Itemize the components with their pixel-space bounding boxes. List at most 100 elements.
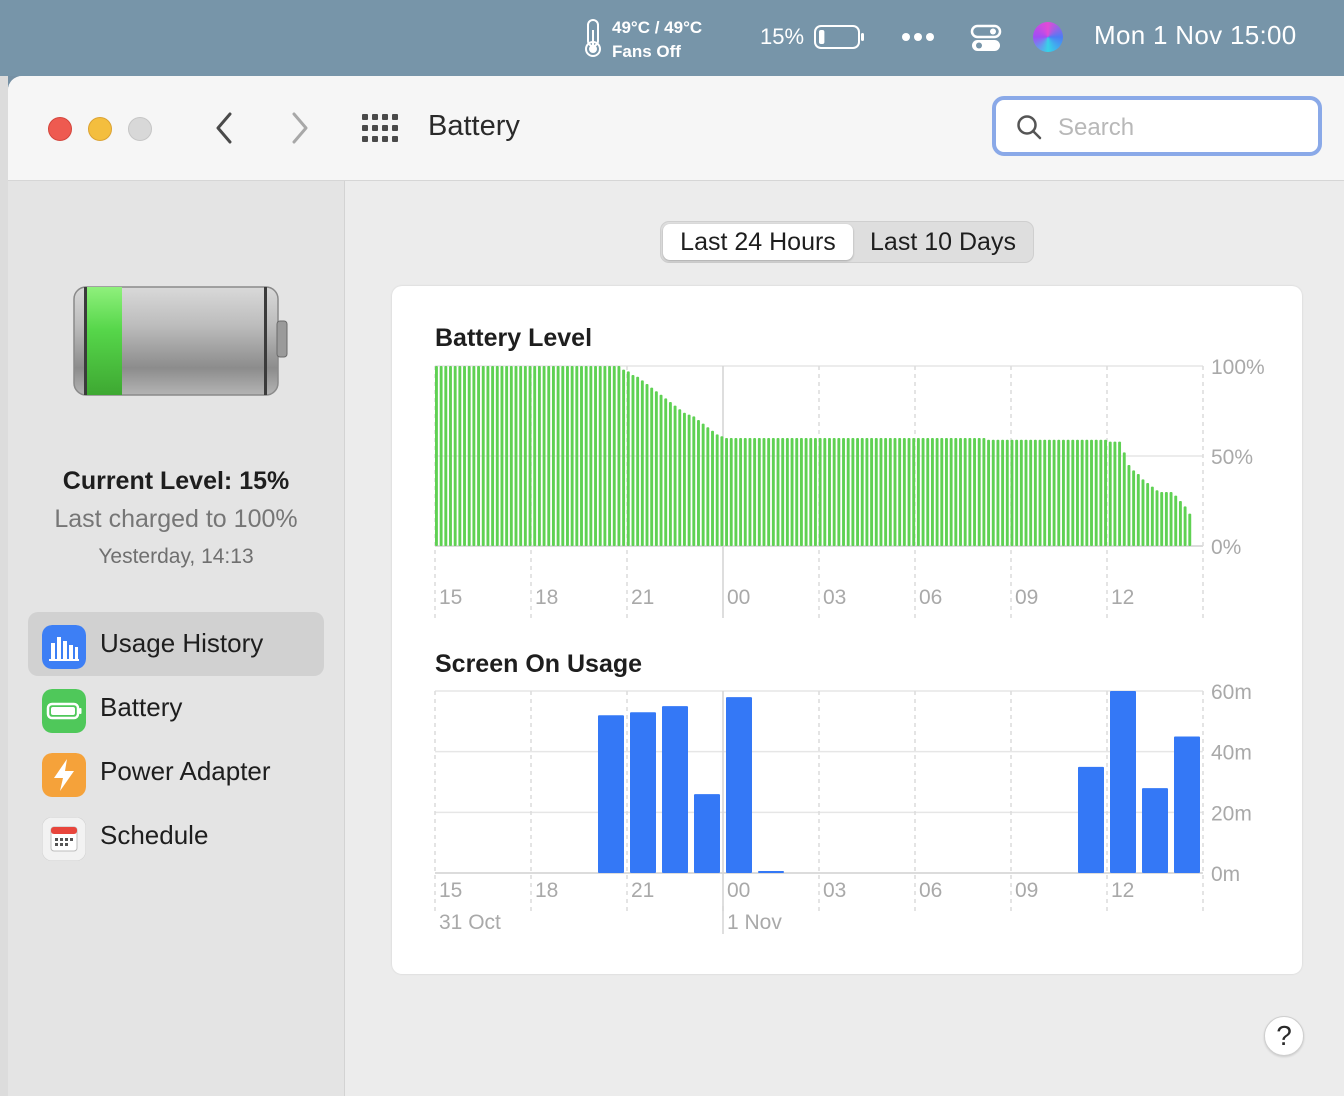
y-tick-label: 50% bbox=[1211, 446, 1253, 469]
battery-level-bar bbox=[963, 438, 967, 546]
battery-level-bar bbox=[612, 366, 616, 546]
battery-level-bar bbox=[846, 438, 850, 546]
screen-usage-bar bbox=[1078, 766, 1104, 873]
close-window-button[interactable] bbox=[48, 117, 72, 141]
battery-level-bar bbox=[1033, 439, 1037, 546]
battery-level-bar bbox=[1076, 439, 1079, 546]
screen-usage-bar bbox=[694, 794, 720, 873]
battery-level-bar bbox=[570, 366, 574, 546]
battery-level-bar bbox=[809, 438, 813, 546]
battery-level-bar bbox=[528, 366, 532, 546]
battery-level-bar bbox=[856, 438, 860, 546]
sidebar-item-power-adapter[interactable]: Power Adapter bbox=[28, 740, 324, 804]
battery-level-bar bbox=[1005, 439, 1009, 546]
x-tick-label: 00 bbox=[727, 586, 750, 609]
screen-usage-bar bbox=[662, 706, 688, 873]
battery-level-bar bbox=[678, 409, 682, 546]
battery-level-bar bbox=[729, 438, 733, 546]
x-tick-label: 15 bbox=[439, 586, 462, 609]
sidebar-item-label: Usage History bbox=[100, 628, 264, 658]
sidebar-item-battery[interactable]: Battery bbox=[28, 676, 324, 740]
battery-level-bar bbox=[860, 438, 864, 546]
battery-level-bar bbox=[762, 438, 766, 546]
battery-level-bar bbox=[711, 430, 714, 546]
battery-level-bar bbox=[668, 402, 672, 546]
zoom-window-button[interactable] bbox=[128, 117, 152, 141]
system-preferences-window: Battery Search Current Level: 15% Last c… bbox=[8, 76, 1344, 1096]
battery-level-bar bbox=[814, 438, 817, 546]
battery-level-bar bbox=[523, 366, 527, 546]
battery-level-bar bbox=[945, 438, 948, 546]
sidebar-item-schedule[interactable]: Schedule bbox=[28, 804, 324, 868]
battery-level-bar bbox=[982, 438, 986, 546]
search-input[interactable] bbox=[1056, 110, 1310, 146]
battery-level-bar bbox=[453, 366, 457, 546]
usage-history-icon bbox=[42, 625, 86, 669]
search-field[interactable] bbox=[992, 96, 1322, 156]
forward-chevron-icon[interactable] bbox=[284, 110, 314, 146]
show-all-grid-icon[interactable] bbox=[360, 112, 400, 144]
battery-level-bar bbox=[1113, 441, 1117, 546]
battery-level-bar bbox=[940, 438, 944, 546]
battery-level-bar bbox=[1024, 439, 1028, 546]
battery-level-bar bbox=[1127, 465, 1131, 546]
battery-level-bar bbox=[491, 366, 495, 546]
battery-level-bar bbox=[743, 438, 747, 546]
thermometer-icon[interactable] bbox=[580, 18, 606, 58]
battery-level-bar bbox=[533, 366, 537, 546]
battery-level-bar bbox=[1104, 439, 1107, 546]
battery-level-bar bbox=[439, 366, 443, 546]
battery-level-bar bbox=[1015, 439, 1019, 546]
screen-usage-bar bbox=[726, 697, 752, 873]
current-level: Current Level: 15% bbox=[62, 467, 290, 495]
battery-level-bar bbox=[1080, 439, 1084, 546]
minimize-window-button[interactable] bbox=[88, 117, 112, 141]
siri-icon[interactable] bbox=[1033, 22, 1063, 52]
x-tick-label: 12 bbox=[1111, 586, 1134, 609]
battery-level-bar bbox=[1010, 439, 1014, 546]
back-chevron-icon[interactable] bbox=[210, 110, 240, 146]
temperature-value: 49°C / 49°C bbox=[612, 18, 703, 37]
battery-level-bar bbox=[1118, 441, 1122, 546]
chart-title: Battery Level bbox=[435, 324, 592, 352]
menubar-battery-percent[interactable]: 15% bbox=[760, 24, 804, 50]
battery-level-bar bbox=[589, 366, 593, 546]
y-tick-label: 60m bbox=[1211, 681, 1252, 704]
battery-level-bar bbox=[795, 438, 799, 546]
battery-level-bar bbox=[1029, 439, 1033, 546]
battery-level-bar bbox=[1150, 486, 1154, 546]
temperature-readout[interactable]: 49°C / 49°C Fans Off bbox=[612, 16, 702, 64]
battery-level-bar bbox=[1043, 439, 1047, 546]
control-center-icon[interactable] bbox=[970, 22, 1002, 54]
battery-level-bar bbox=[734, 438, 738, 546]
battery-level-bar bbox=[776, 438, 780, 546]
battery-level-bar bbox=[842, 438, 845, 546]
segment-last-10-days[interactable]: Last 10 Days bbox=[857, 224, 1029, 260]
battery-level-bar bbox=[626, 371, 630, 546]
battery-level-bar bbox=[697, 420, 700, 546]
segment-last-24-hours[interactable]: Last 24 Hours bbox=[663, 224, 853, 260]
help-button[interactable]: ? bbox=[1264, 1016, 1304, 1056]
battery-level-bar bbox=[486, 366, 490, 546]
menubar-clock[interactable]: Mon 1 Nov 15:00 bbox=[1094, 20, 1297, 51]
sidebar-item-usage-history[interactable]: Usage History bbox=[28, 612, 324, 676]
battery-level-bar bbox=[748, 438, 752, 546]
x-tick-label: 15 bbox=[439, 879, 462, 902]
battery-icon[interactable] bbox=[814, 24, 866, 50]
x-tick-label: 12 bbox=[1111, 879, 1134, 902]
battery-level-bar bbox=[706, 427, 710, 546]
battery-level-bar bbox=[1052, 439, 1056, 546]
more-icon[interactable] bbox=[900, 24, 936, 50]
battery-level-bar bbox=[757, 438, 761, 546]
battery-level-bar bbox=[1019, 439, 1023, 546]
battery-level-bar bbox=[682, 412, 686, 546]
battery-level-bar bbox=[580, 366, 583, 546]
battery-level-bar bbox=[458, 366, 462, 546]
x-tick-label: 21 bbox=[631, 879, 654, 902]
battery-level-bar bbox=[785, 438, 789, 546]
battery-level-bar bbox=[949, 438, 953, 546]
power-adapter-icon bbox=[42, 753, 86, 797]
battery-level-bar bbox=[636, 376, 640, 546]
battery-level-bar bbox=[767, 438, 771, 546]
battery-level-bar bbox=[935, 438, 939, 546]
